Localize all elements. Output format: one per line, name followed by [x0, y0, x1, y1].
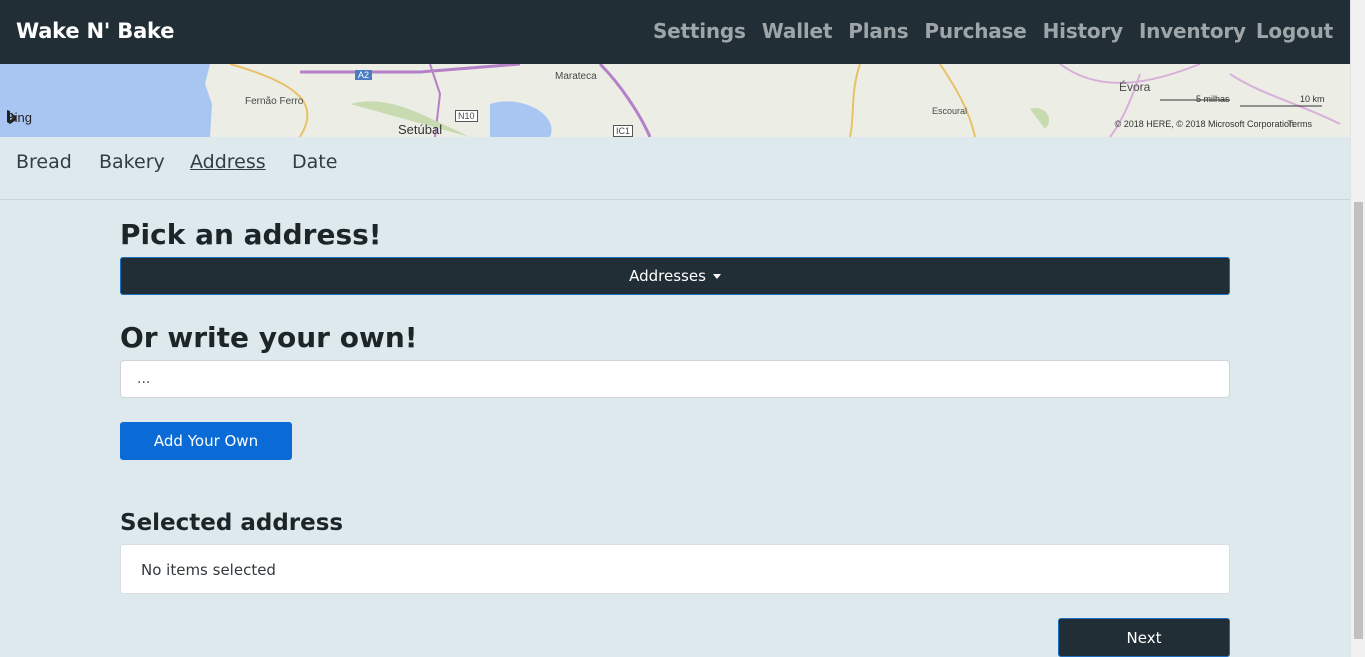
map-road-n10: N10	[455, 110, 478, 122]
map-place-evora: Évora	[1119, 80, 1151, 94]
map-view[interactable]: A2 Marateca Fernão Ferro N10 Setúbal IC1…	[0, 64, 1350, 137]
nav-link-plans[interactable]: Plans	[848, 19, 908, 43]
top-navbar: Wake N' Bake Settings Wallet Plans Purch…	[0, 0, 1350, 64]
map-place-setubal: Setúbal	[398, 122, 443, 137]
tab-date[interactable]: Date	[292, 151, 337, 173]
map-scale-km: 10 km	[1300, 94, 1325, 104]
bing-icon	[7, 110, 16, 124]
page-scrollbar[interactable]	[1350, 0, 1365, 657]
addresses-dropdown-label: Addresses	[629, 267, 706, 285]
tab-bakery[interactable]: Bakery	[99, 151, 165, 173]
nav-link-wallet[interactable]: Wallet	[762, 19, 833, 43]
nav-link-purchase[interactable]: Purchase	[924, 19, 1026, 43]
next-button[interactable]: Next	[1058, 618, 1230, 657]
nav-links: Settings Wallet Plans Purchase History I…	[653, 19, 1333, 43]
caret-down-icon	[712, 273, 721, 279]
map-place-fernao-ferro: Fernão Ferro	[245, 96, 304, 107]
map-place-marateca: Marateca	[555, 71, 597, 82]
selected-address-box: No items selected	[120, 544, 1230, 594]
nav-link-settings[interactable]: Settings	[653, 19, 746, 43]
add-your-own-button[interactable]: Add Your Own	[120, 422, 292, 460]
map-terms-link[interactable]: Terms	[1288, 119, 1313, 129]
map-scale-miles: 5 milhas	[1196, 94, 1230, 104]
selected-address-empty-text: No items selected	[141, 561, 276, 579]
custom-address-input[interactable]	[120, 360, 1230, 398]
addresses-dropdown[interactable]: Addresses	[120, 257, 1230, 295]
map-road-a2: A2	[355, 70, 373, 80]
tab-bread[interactable]: Bread	[16, 151, 72, 173]
step-tabs: Bread Bakery Address Date	[0, 137, 1350, 200]
tab-address[interactable]: Address	[190, 151, 266, 173]
pick-address-heading: Pick an address!	[120, 218, 382, 251]
scrollbar-thumb[interactable]	[1354, 202, 1363, 639]
map-road-ic1: IC1	[613, 125, 634, 137]
write-own-heading: Or write your own!	[120, 321, 418, 354]
nav-link-history[interactable]: History	[1043, 19, 1124, 43]
map-copyright: © 2018 HERE, © 2018 Microsoft Corporatio…	[1114, 119, 1294, 129]
selected-address-heading: Selected address	[120, 510, 344, 536]
brand-logo[interactable]: Wake N' Bake	[16, 19, 174, 43]
map-place-escoural: Escoural	[932, 106, 968, 116]
bing-logo: Bing	[6, 110, 32, 125]
nav-link-logout[interactable]: Logout	[1256, 19, 1333, 43]
nav-link-inventory[interactable]: Inventory	[1139, 19, 1246, 43]
